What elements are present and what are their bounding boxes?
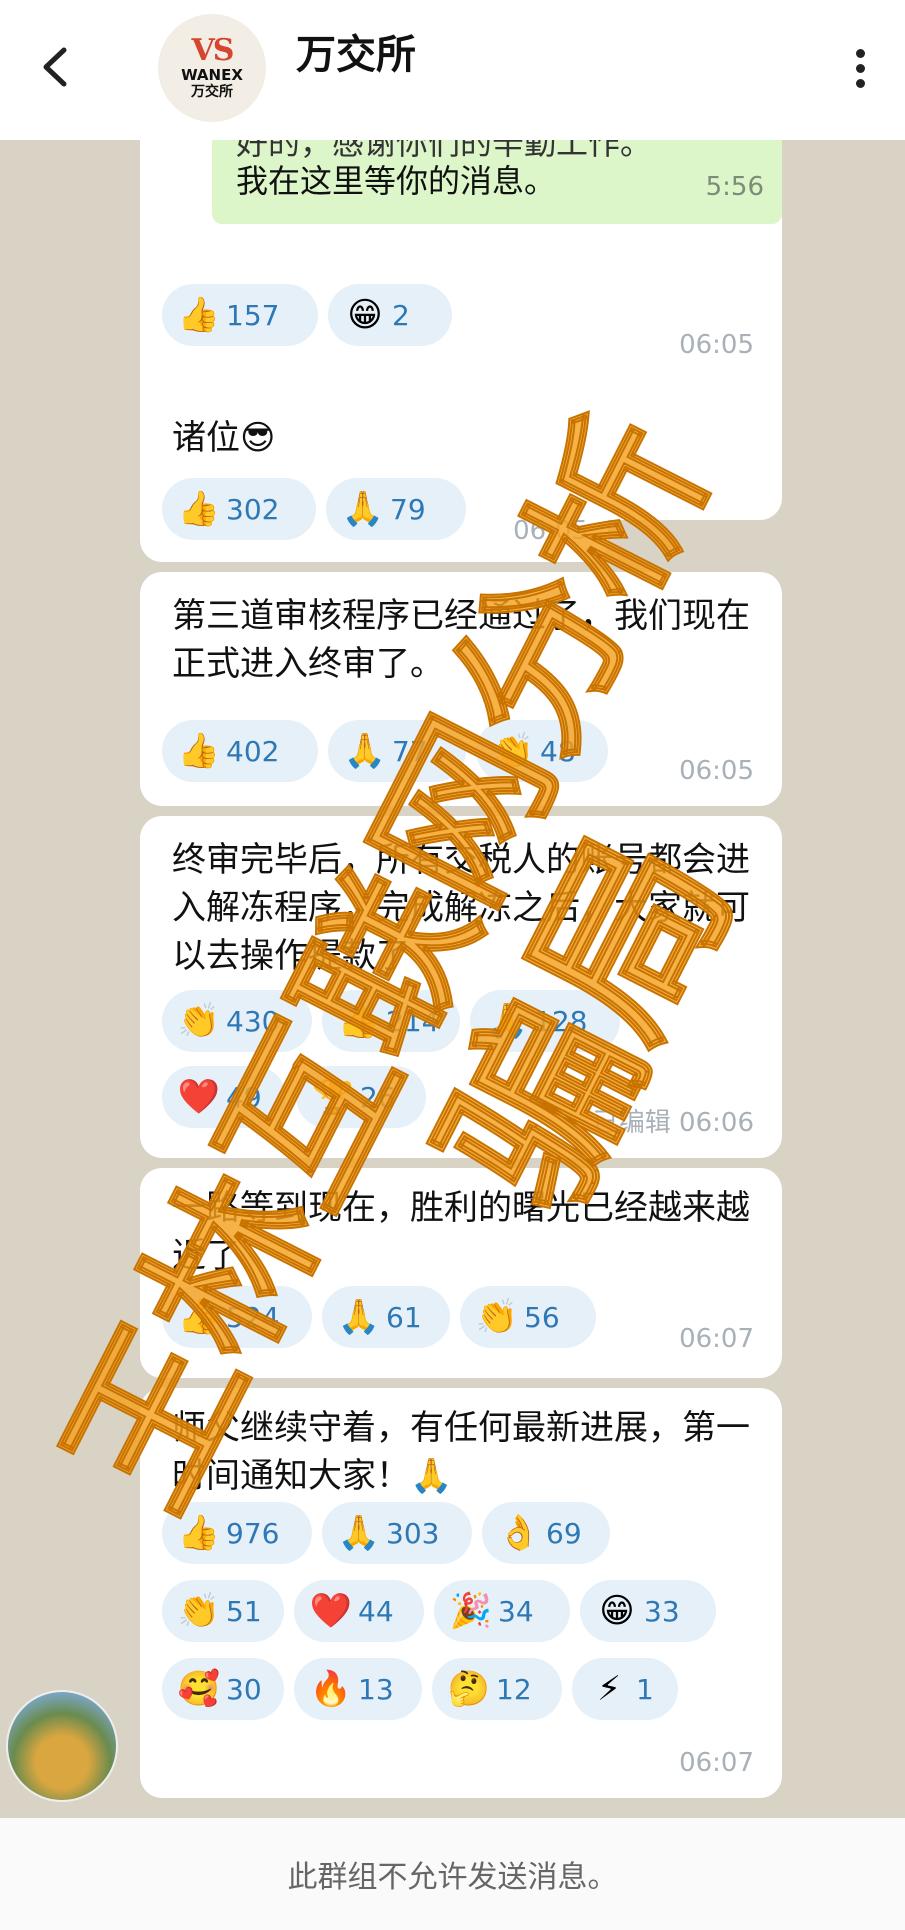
message-time: 06:07 — [679, 1324, 754, 1354]
logo-cn: 万交所 — [191, 84, 233, 100]
quoted-text-line-2: 我在这里等你的消息。 — [236, 162, 557, 200]
reaction-chip[interactable]: 👏 48 — [476, 720, 608, 782]
message-time: 06:05 — [679, 330, 754, 360]
sender-avatar[interactable] — [6, 1690, 118, 1802]
message-time: 06:05 — [513, 516, 588, 546]
reaction-chip[interactable]: 🥰 30 — [162, 1658, 284, 1720]
message-text: 诸位😎 — [172, 418, 276, 458]
composer-disabled-notice: 此群组不允许发送消息。 — [0, 1818, 905, 1930]
reaction-chip[interactable]: 🔥 13 — [294, 1658, 422, 1720]
reaction-chip[interactable]: 😁 33 — [580, 1580, 716, 1642]
reaction-chip[interactable]: 🤔 12 — [432, 1658, 562, 1720]
footer-text: 此群组不允许发送消息。 — [287, 1860, 618, 1895]
reaction-chip[interactable]: 👍 157 — [162, 284, 318, 346]
message-list[interactable]: 好的，感谢你们的辛勤工作。 我在这里等你的消息。 5:56 👍 157 😁 2 06… — [0, 120, 905, 1820]
reaction-chip[interactable]: 😁 2 — [328, 284, 452, 346]
reaction-chip[interactable]: ⚡ 1 — [572, 1658, 678, 1720]
more-menu-button[interactable] — [848, 46, 872, 94]
message-bubble[interactable]: 诸位😎 👍 302 🙏 79 06:05 — [140, 390, 608, 562]
reaction-chip[interactable]: 👌 69 — [482, 1502, 610, 1564]
message-time: 06:07 — [679, 1748, 754, 1778]
reaction-chip[interactable]: ❤️ 49 — [162, 1066, 286, 1128]
reaction-chip[interactable]: 👍 524 — [162, 1286, 312, 1348]
chat-header: VS WANEX 万交所 万交所 — [0, 0, 905, 140]
message-time: 06:05 — [679, 756, 754, 786]
reaction-chip[interactable]: 👏 51 — [162, 1580, 284, 1642]
reaction-chip[interactable]: 🙏 303 — [322, 1502, 472, 1564]
message-bubble[interactable]: 第三道审核程序已经通过了，我们现在正式进入终审了。 👍 402 🙏 77 👏 48 0… — [140, 572, 782, 806]
reaction-chip[interactable]: 🙏 79 — [326, 478, 466, 540]
reaction-chip[interactable]: 👍 976 — [162, 1502, 312, 1564]
logo-en: WANEX — [181, 66, 243, 84]
chat-screen: VS WANEX 万交所 万交所 好的，感谢你们的辛勤工作。 我在这里等你的消息… — [0, 0, 905, 1930]
group-avatar-logo[interactable]: VS WANEX 万交所 — [158, 14, 266, 122]
chevron-left-icon — [43, 47, 67, 87]
message-text: 第三道审核程序已经通过了，我们现在正式进入终审了。 — [172, 596, 750, 684]
message-bubble[interactable]: 终审完毕后，所有交税人的账号都会进入解冻程序，完成解冻之后，大家就可以去操作提款… — [140, 816, 782, 1158]
reaction-chip[interactable]: 🎉 34 — [434, 1580, 570, 1642]
more-vert-icon — [848, 49, 872, 88]
message-bubble[interactable]: 一路等到现在，胜利的曙光已经越来越近了 👍 524 🙏 61 👏 56 06:07 — [140, 1168, 782, 1378]
reaction-chip[interactable]: 🙏 61 — [322, 1286, 450, 1348]
reaction-chip[interactable]: 👍 402 — [162, 720, 318, 782]
reaction-chip[interactable]: 🏆 26 — [296, 1066, 426, 1128]
reaction-chip[interactable]: 🙏 77 — [328, 720, 466, 782]
logo-vs: VS — [191, 33, 235, 68]
message-bubble[interactable]: 师父继续守着，有任何最新进展，第一时间通知大家！🙏 👍 976 🙏 303 👌 69 … — [140, 1388, 782, 1798]
reaction-chip[interactable]: 👍 302 — [162, 478, 316, 540]
message-text: 一路等到现在，胜利的曙光已经越来越近了 — [172, 1188, 750, 1276]
reaction-chip[interactable]: 👍 214 — [322, 990, 460, 1052]
message-time: 已编辑 06:06 — [592, 1108, 754, 1138]
quoted-time: 5:56 — [705, 172, 764, 202]
message-text: 终审完毕后，所有交税人的账号都会进入解冻程序，完成解冻之后，大家就可以去操作提款… — [172, 840, 750, 976]
message-text: 师父继续守着，有任何最新进展，第一时间通知大家！🙏 — [172, 1408, 750, 1496]
reaction-chip[interactable]: ❤️ 44 — [294, 1580, 424, 1642]
back-button[interactable] — [36, 42, 76, 92]
reaction-chip[interactable]: 👏 56 — [460, 1286, 596, 1348]
reaction-chip[interactable]: 🙏 128 — [470, 990, 620, 1052]
reaction-chip[interactable]: 👏 430 — [162, 990, 312, 1052]
chat-title[interactable]: 万交所 — [296, 22, 416, 80]
